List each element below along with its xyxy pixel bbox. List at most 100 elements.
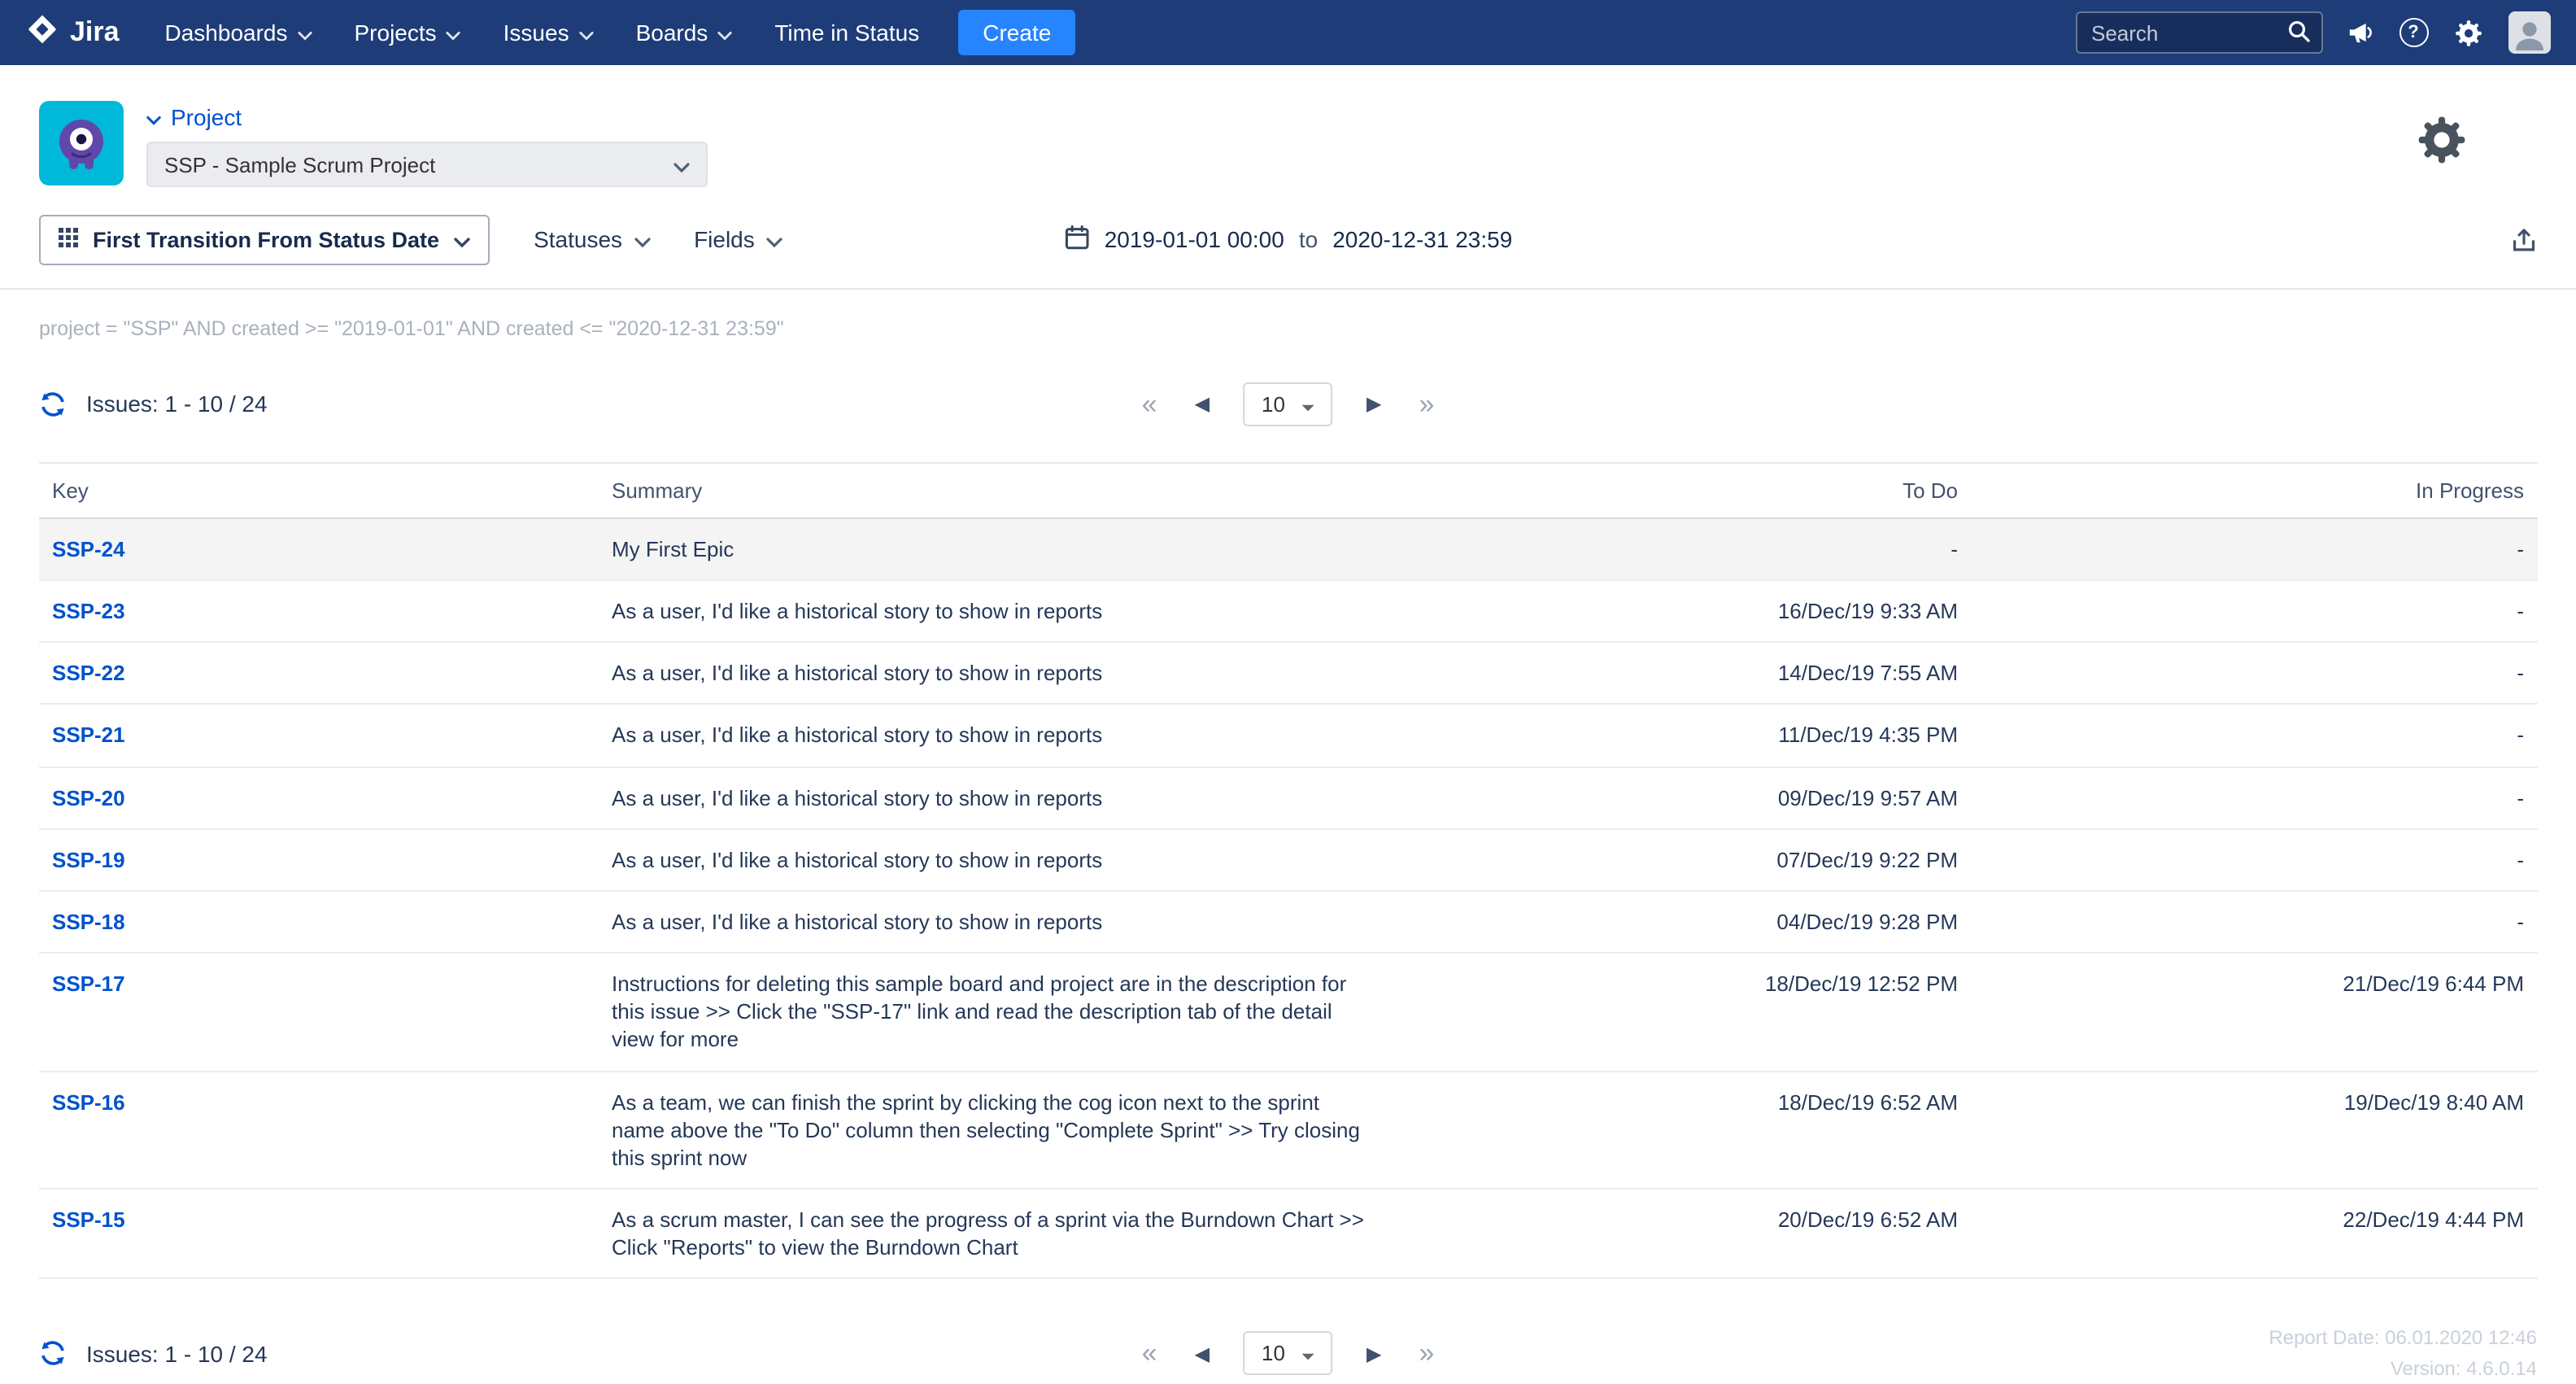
table-row: SSP-18 As a user, I'd like a historical … [39, 892, 2537, 954]
chevron-down-icon [634, 226, 650, 252]
nav-item-boards[interactable]: Boards [636, 20, 733, 46]
nav-item-projects[interactable]: Projects [355, 20, 461, 46]
jql-query-text: project = "SSP" AND created >= "2019-01-… [0, 290, 2576, 340]
prev-page-button[interactable]: ◀ [1192, 1341, 1213, 1367]
nav-item-time-in-status[interactable]: Time in Status [774, 20, 919, 46]
search-box [2075, 11, 2322, 54]
issue-summary: As a user, I'd like a historical story t… [599, 830, 1383, 890]
issue-key-cell: SSP-19 [39, 830, 599, 890]
issue-key-link[interactable]: SSP-19 [52, 848, 125, 872]
project-select[interactable]: SSP - Sample Scrum Project [146, 142, 708, 187]
issue-inprogress-date: - [1971, 519, 2537, 579]
announcements-icon[interactable] [2347, 20, 2374, 46]
refresh-icon[interactable] [39, 1340, 67, 1368]
project-picker-toggle[interactable]: Project [146, 101, 708, 142]
page-size-value: 10 [1262, 1342, 1285, 1366]
search-input[interactable] [2075, 11, 2322, 54]
issue-key-link[interactable]: SSP-16 [52, 1089, 125, 1114]
nav-item-label: Projects [355, 20, 437, 46]
issue-todo-date: 18/Dec/19 12:52 PM [1450, 954, 1971, 1070]
refresh-icon[interactable] [39, 390, 67, 417]
issue-key-link[interactable]: SSP-15 [52, 1207, 125, 1232]
top-nav: Jira Dashboards Projects Issues Boards T… [0, 0, 2576, 65]
report-settings-gear-icon[interactable] [2413, 112, 2469, 176]
app-window: Jira Dashboards Projects Issues Boards T… [0, 0, 2576, 1351]
table-body: SSP-24 My First Epic - - SSP-23 As a use… [39, 519, 2537, 1280]
chevron-down-icon [1301, 1342, 1314, 1366]
column-header-key: Key [39, 464, 599, 517]
chevron-down-icon [298, 20, 312, 46]
jira-mark-icon [26, 12, 59, 53]
brand-name: Jira [70, 16, 120, 49]
grid-icon [59, 227, 78, 251]
issue-key-cell: SSP-22 [39, 644, 599, 704]
table-row: SSP-22 As a user, I'd like a historical … [39, 644, 2537, 705]
issue-key-link[interactable]: SSP-21 [52, 723, 125, 748]
page-size-select[interactable]: 10 [1244, 382, 1332, 426]
nav-item-dashboards[interactable]: Dashboards [165, 20, 312, 46]
page-size-select[interactable]: 10 [1244, 1332, 1332, 1376]
export-icon[interactable] [2509, 225, 2537, 253]
create-button[interactable]: Create [958, 10, 1075, 55]
project-header: Project SSP - Sample Scrum Project [0, 65, 2576, 187]
next-page-button[interactable]: ▶ [1363, 391, 1384, 417]
chevron-down-icon [717, 20, 732, 46]
table-row: SSP-19 As a user, I'd like a historical … [39, 830, 2537, 892]
first-page-button[interactable]: « [1139, 1337, 1161, 1371]
issue-inprogress-date: - [1971, 581, 2537, 641]
issue-inprogress-date: 19/Dec/19 8:40 AM [1971, 1072, 2537, 1188]
issue-inprogress-date: - [1971, 644, 2537, 704]
issue-key-link[interactable]: SSP-22 [52, 661, 125, 686]
nav-menu: Dashboards Projects Issues Boards Time i… [165, 20, 920, 46]
statuses-dropdown[interactable]: Statuses [534, 226, 650, 252]
issue-inprogress-date: - [1971, 892, 2537, 952]
issue-key-link[interactable]: SSP-23 [52, 599, 125, 623]
issue-todo-date: 20/Dec/19 6:52 AM [1450, 1190, 1971, 1278]
issue-todo-date: 04/Dec/19 9:28 PM [1450, 892, 1971, 952]
settings-gear-icon[interactable] [2452, 17, 2483, 48]
chevron-down-icon [1301, 391, 1314, 416]
search-icon[interactable] [2286, 20, 2311, 52]
chevron-down-icon [447, 20, 461, 46]
first-page-button[interactable]: « [1139, 386, 1161, 421]
issue-summary: As a user, I'd like a historical story t… [599, 767, 1383, 827]
last-page-button[interactable]: » [1415, 1337, 1437, 1371]
nav-item-issues[interactable]: Issues [503, 20, 594, 46]
issue-key-link[interactable]: SSP-17 [52, 971, 125, 996]
jira-logo[interactable]: Jira [26, 12, 120, 53]
date-range: 2019-01-01 00:00 to 2020-12-31 23:59 [1064, 224, 1513, 255]
issue-key-link[interactable]: SSP-20 [52, 785, 125, 810]
issue-key-link[interactable]: SSP-24 [52, 537, 125, 561]
calendar-icon[interactable] [1064, 224, 1090, 255]
fields-label: Fields [694, 226, 755, 252]
issue-key-link[interactable]: SSP-18 [52, 910, 125, 934]
version-text: Version: 4.6.0.14 [2269, 1354, 2537, 1384]
last-page-button[interactable]: » [1415, 386, 1437, 421]
issues-bar-bottom: Issues: 1 - 10 / 24 « ◀ 10 ▶ » Report Da… [0, 1324, 2576, 1384]
prev-page-button[interactable]: ◀ [1192, 391, 1213, 417]
report-type-button[interactable]: First Transition From Status Date [39, 214, 490, 264]
fields-dropdown[interactable]: Fields [694, 226, 782, 252]
user-avatar[interactable] [2508, 11, 2550, 54]
table-row: SSP-16 As a team, we can finish the spri… [39, 1072, 2537, 1190]
table-row: SSP-24 My First Epic - - [39, 519, 2537, 581]
next-page-button[interactable]: ▶ [1363, 1341, 1384, 1367]
report-date-text: Report Date: 06.01.2020 12:46 [2269, 1324, 2537, 1354]
issues-bar-top: Issues: 1 - 10 / 24 « ◀ 10 ▶ » [0, 379, 2576, 428]
pager-bottom: « ◀ 10 ▶ » [1139, 1332, 1438, 1376]
nav-item-label: Issues [503, 20, 569, 46]
report-meta: Report Date: 06.01.2020 12:46 Version: 4… [2269, 1324, 2537, 1384]
project-picker: Project SSP - Sample Scrum Project [146, 101, 708, 187]
date-from-value[interactable]: 2019-01-01 00:00 [1105, 226, 1284, 252]
issue-key-cell: SSP-17 [39, 954, 599, 1070]
issue-todo-date: 16/Dec/19 9:33 AM [1450, 581, 1971, 641]
date-to-value[interactable]: 2020-12-31 23:59 [1332, 226, 1512, 252]
chevron-down-icon [454, 227, 470, 251]
column-header-todo: To Do [1450, 464, 1971, 517]
help-icon[interactable]: ? [2399, 18, 2428, 47]
issue-inprogress-date: 21/Dec/19 6:44 PM [1971, 954, 2537, 1070]
chevron-down-icon [579, 20, 594, 46]
table-row: SSP-20 As a user, I'd like a historical … [39, 767, 2537, 829]
issue-inprogress-date: 22/Dec/19 4:44 PM [1971, 1190, 2537, 1278]
project-avatar [39, 101, 124, 186]
